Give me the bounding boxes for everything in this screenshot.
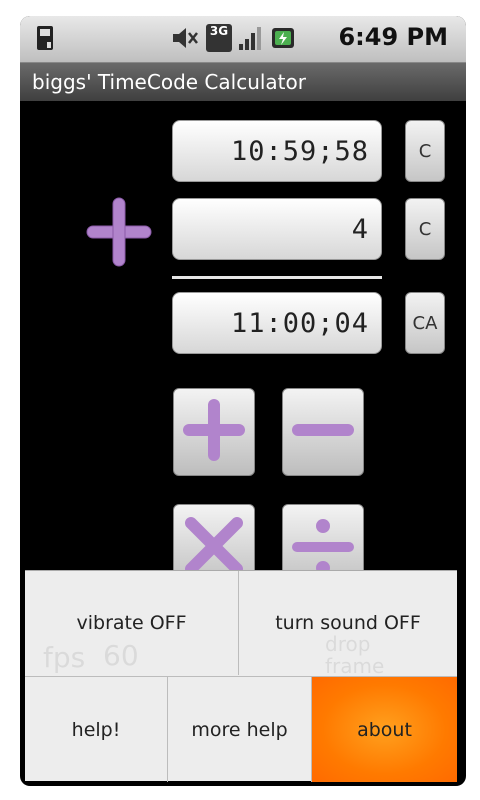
- vibrate-toggle-menu-item[interactable]: vibrate OFF: [25, 571, 239, 675]
- minus-icon: [290, 397, 356, 467]
- result-divider: [172, 276, 382, 279]
- clear-first-button[interactable]: C: [405, 120, 445, 182]
- phone-screen: 3G 6:49 PM biggs' TimeCode Calculator 10…: [20, 16, 466, 786]
- network-3g-icon: 3G: [206, 24, 232, 52]
- menu-row-top: vibrate OFF turn sound OFF: [25, 571, 457, 675]
- timecode-input-second[interactable]: 4: [172, 198, 382, 260]
- clear-second-button[interactable]: C: [405, 198, 445, 260]
- app-title: biggs' TimeCode Calculator: [32, 70, 306, 94]
- help-menu-item[interactable]: help!: [25, 677, 168, 782]
- status-icons: 3G: [170, 24, 296, 56]
- timecode-input-first[interactable]: 10:59;58: [172, 120, 382, 182]
- sound-toggle-menu-item[interactable]: turn sound OFF: [239, 571, 457, 675]
- timecode-second-value: 4: [351, 213, 369, 245]
- battery-charging-icon: [270, 24, 296, 56]
- about-menu-item[interactable]: about: [312, 677, 457, 782]
- clear-all-button[interactable]: CA: [405, 292, 445, 354]
- app-title-bar: biggs' TimeCode Calculator: [20, 63, 466, 101]
- menu-row-bottom: help! more help about: [25, 676, 457, 782]
- status-clock: 6:49 PM: [338, 23, 448, 51]
- timecode-result: 11:00;04: [172, 292, 382, 354]
- subtract-button[interactable]: [282, 388, 364, 476]
- add-button[interactable]: [173, 388, 255, 476]
- sim-card-icon: [34, 24, 56, 56]
- more-help-menu-item[interactable]: more help: [168, 677, 312, 782]
- signal-strength-icon: [238, 24, 264, 56]
- timecode-result-value: 11:00;04: [230, 307, 369, 339]
- operation-indicator-plus-icon: [85, 194, 153, 270]
- plus-icon: [181, 397, 247, 467]
- timecode-first-value: 10:59;58: [230, 135, 369, 167]
- mute-icon: [170, 24, 200, 56]
- options-menu: fps 60 drop frame vibrate OFF turn sound…: [25, 570, 457, 782]
- status-bar: 3G 6:49 PM: [20, 16, 466, 63]
